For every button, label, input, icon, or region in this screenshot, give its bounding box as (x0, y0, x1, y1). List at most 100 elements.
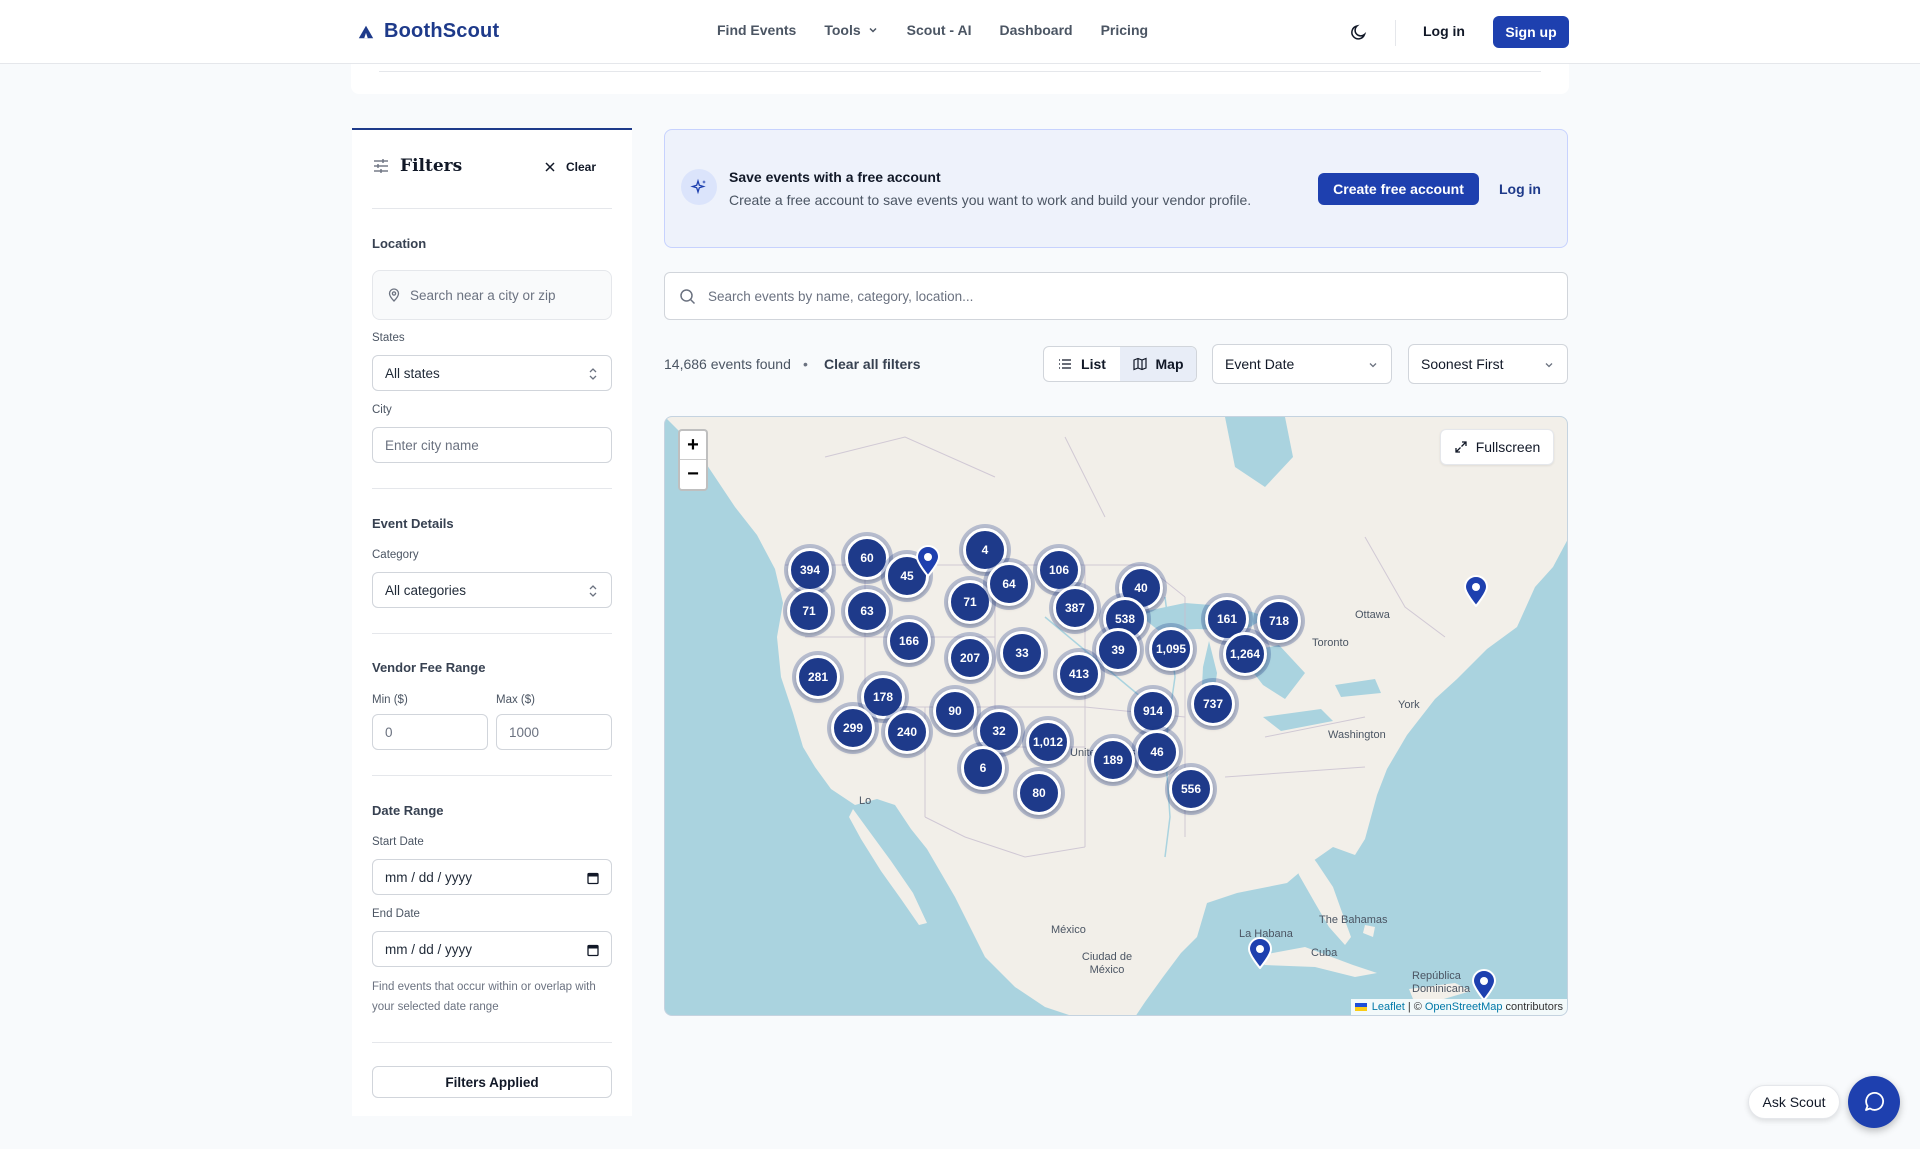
moon-icon[interactable] (1349, 22, 1369, 42)
city-input[interactable]: Enter city name (372, 427, 612, 463)
end-date-input[interactable]: mm / dd / yyyy (372, 931, 612, 967)
search-placeholder: Search events by name, category, locatio… (708, 288, 974, 304)
states-select[interactable]: All states (372, 355, 612, 391)
event-cluster-marker[interactable]: 207 (948, 636, 992, 680)
start-date-label: Start Date (372, 836, 424, 848)
event-cluster-marker[interactable]: 281 (796, 655, 840, 699)
event-cluster-marker[interactable]: 387 (1053, 586, 1097, 630)
sort-field-select[interactable]: Event Date (1212, 344, 1392, 384)
event-pin-icon[interactable] (1463, 575, 1489, 607)
zoom-out-button[interactable]: − (680, 460, 706, 489)
banner-title: Save events with a free account (729, 169, 941, 185)
fee-min-input[interactable]: 0 (372, 714, 488, 750)
events-map[interactable]: Ottawa Toronto York Washington United St… (664, 416, 1568, 1016)
event-cluster-marker[interactable]: 63 (845, 589, 889, 633)
search-icon (680, 288, 696, 304)
event-pin-icon[interactable] (915, 545, 941, 577)
fullscreen-label: Fullscreen (1475, 439, 1541, 455)
location-search-input[interactable]: Search near a city or zip (372, 270, 612, 320)
view-toggle: List Map (1043, 346, 1197, 382)
event-cluster-marker[interactable]: 1,012 (1026, 720, 1070, 764)
leaflet-link[interactable]: Leaflet (1372, 1001, 1405, 1013)
chevron-updown-icon (589, 585, 597, 597)
sort-order-select[interactable]: Soonest First (1408, 344, 1568, 384)
tent-icon (358, 25, 374, 38)
event-cluster-marker[interactable]: 90 (933, 689, 977, 733)
divider (372, 775, 612, 776)
event-cluster-marker[interactable]: 1,095 (1149, 627, 1193, 671)
event-cluster-marker[interactable]: 413 (1057, 652, 1101, 696)
results-count: 14,686 events found (664, 356, 791, 372)
event-cluster-marker[interactable]: 71 (787, 589, 831, 633)
osm-link[interactable]: OpenStreetMap (1425, 1001, 1503, 1013)
sparkles-icon (690, 178, 706, 195)
nav-pricing[interactable]: Pricing (1101, 22, 1148, 38)
event-cluster-marker[interactable]: 39 (1096, 628, 1140, 672)
event-cluster-marker[interactable]: 71 (948, 580, 992, 624)
map-icon (1132, 357, 1147, 371)
event-cluster-marker[interactable]: 64 (987, 562, 1031, 606)
clear-all-filters-link[interactable]: Clear all filters (824, 356, 921, 372)
fee-max-input[interactable]: 1000 (496, 714, 612, 750)
chat-button[interactable] (1848, 1076, 1900, 1128)
event-cluster-marker[interactable]: 394 (788, 548, 832, 592)
clear-label: Clear (566, 160, 597, 174)
banner-login-link[interactable]: Log in (1499, 181, 1541, 197)
brand-name: BoothScout (384, 20, 500, 42)
event-cluster-marker[interactable]: 80 (1017, 771, 1061, 815)
sort-order-value: Soonest First (1421, 356, 1504, 372)
event-cluster-marker[interactable]: 914 (1131, 689, 1175, 733)
label-bahamas: The Bahamas (1319, 914, 1388, 926)
filters-applied-button[interactable]: Filters Applied (372, 1066, 612, 1098)
category-value: All categories (385, 582, 467, 598)
event-cluster-marker[interactable]: 556 (1169, 767, 1213, 811)
sort-field-value: Event Date (1225, 356, 1295, 372)
list-view-label: List (1081, 356, 1106, 372)
states-label: States (372, 332, 405, 344)
event-search-input[interactable]: Search events by name, category, locatio… (664, 272, 1568, 320)
event-pin-icon[interactable] (1247, 937, 1273, 969)
create-account-button[interactable]: Create free account (1318, 173, 1479, 205)
label-ottawa: Ottawa (1355, 609, 1390, 621)
calendar-icon[interactable] (587, 943, 599, 957)
nav-scout-ai[interactable]: Scout - AI (907, 22, 972, 38)
event-cluster-marker[interactable]: 1,264 (1223, 632, 1267, 676)
signup-button[interactable]: Sign up (1493, 16, 1569, 48)
category-select[interactable]: All categories (372, 572, 612, 608)
label-washington: Washington (1328, 729, 1386, 741)
event-cluster-marker[interactable]: 46 (1135, 730, 1179, 774)
fullscreen-button[interactable]: Fullscreen (1440, 429, 1554, 465)
event-cluster-marker[interactable]: 33 (1000, 631, 1044, 675)
label-mexico: México (1051, 924, 1086, 936)
ask-scout-button[interactable]: Ask Scout (1748, 1085, 1840, 1119)
event-cluster-marker[interactable]: 189 (1091, 738, 1135, 782)
expand-icon (1455, 441, 1467, 453)
login-link[interactable]: Log in (1423, 23, 1465, 39)
event-cluster-marker[interactable]: 299 (831, 706, 875, 750)
list-view-button[interactable]: List (1044, 347, 1120, 381)
clear-filters-button[interactable]: Clear (544, 160, 596, 174)
event-cluster-marker[interactable]: 6 (961, 746, 1005, 790)
event-pin-icon[interactable] (1471, 969, 1497, 1001)
nav-find-events[interactable]: Find Events (717, 22, 796, 38)
nav-tools[interactable]: Tools (824, 22, 878, 38)
event-cluster-marker[interactable]: 718 (1257, 599, 1301, 643)
sliders-icon (374, 159, 388, 173)
location-placeholder: Search near a city or zip (410, 287, 556, 303)
nav-dashboard[interactable]: Dashboard (999, 22, 1072, 38)
fee-max-label: Max ($) (496, 694, 535, 706)
date-range-note: Find events that occur within or overlap… (372, 981, 596, 1013)
event-cluster-marker[interactable]: 60 (845, 536, 889, 580)
chevron-updown-icon (589, 368, 597, 380)
event-cluster-marker[interactable]: 737 (1191, 682, 1235, 726)
banner-icon-wrap (681, 169, 717, 205)
top-card-edge (351, 64, 1569, 94)
event-cluster-marker[interactable]: 166 (887, 619, 931, 663)
zoom-in-button[interactable]: + (680, 431, 706, 460)
brand-logo[interactable]: BoothScout (357, 20, 499, 43)
start-date-input[interactable]: mm / dd / yyyy (372, 859, 612, 895)
map-view-button[interactable]: Map (1120, 347, 1196, 381)
calendar-icon[interactable] (587, 871, 599, 885)
divider (372, 208, 612, 209)
event-cluster-marker[interactable]: 240 (885, 710, 929, 754)
